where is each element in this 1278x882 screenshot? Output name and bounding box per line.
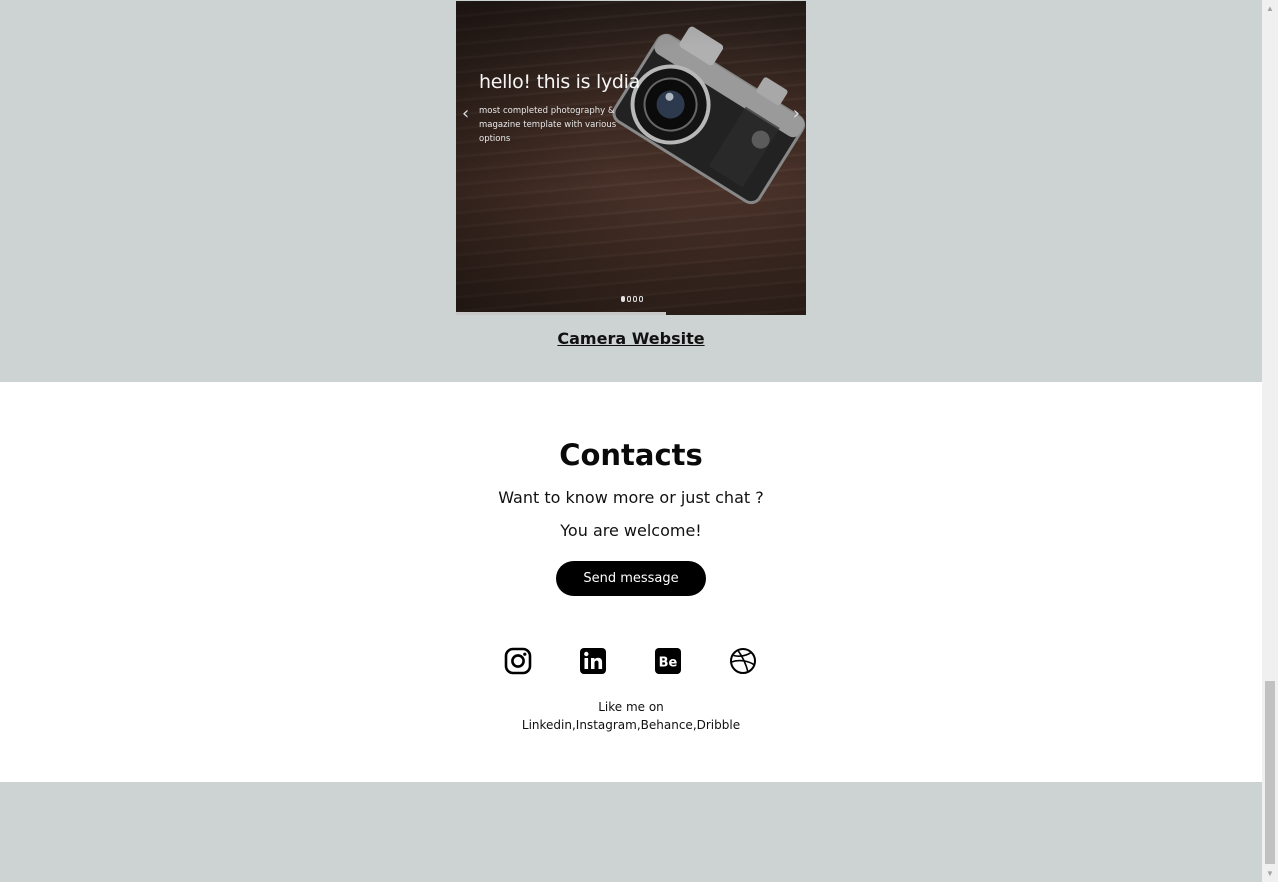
social-caption-line1: Like me on	[598, 700, 664, 714]
slider-dot-4[interactable]	[639, 296, 643, 302]
scroll-down-arrow[interactable]: ▼	[1262, 865, 1278, 882]
scroll-up-arrow[interactable]: ▲	[1262, 0, 1278, 17]
project-card: hello! this is lydia most completed phot…	[456, 1, 806, 348]
portfolio-section: hello! this is lydia most completed phot…	[0, 0, 1262, 382]
social-caption: Like me on Linkedin,Instagram,Behance,Dr…	[0, 698, 1262, 734]
instagram-icon[interactable]	[504, 647, 532, 675]
project-slider-image[interactable]: hello! this is lydia most completed phot…	[456, 1, 806, 315]
slider-prev-arrow[interactable]: ‹	[462, 105, 469, 123]
scrollbar-thumb[interactable]	[1265, 681, 1275, 864]
slider-progress-bar	[456, 312, 666, 315]
slider-dot-2[interactable]	[627, 296, 631, 302]
slide-title: hello! this is lydia	[479, 71, 641, 93]
slider-dots	[621, 296, 643, 302]
social-caption-line2: Linkedin,Instagram,Behance,Dribble	[521, 718, 741, 732]
image-vignette	[456, 1, 806, 315]
footer	[0, 782, 1262, 882]
contacts-welcome-text: You are welcome!	[560, 521, 702, 540]
linkedin-icon[interactable]	[579, 647, 607, 675]
project-link-camera-website[interactable]: Camera Website	[456, 329, 806, 348]
vertical-scrollbar[interactable]: ▲ ▼	[1262, 0, 1278, 882]
slider-next-arrow[interactable]: ›	[793, 105, 800, 123]
dribbble-icon[interactable]	[729, 647, 757, 675]
send-message-button[interactable]: Send message	[556, 561, 706, 596]
slider-dot-1[interactable]	[621, 296, 625, 302]
slider-dot-3[interactable]	[633, 296, 637, 302]
page-content: hello! this is lydia most completed phot…	[0, 0, 1262, 882]
page: hello! this is lydia most completed phot…	[0, 0, 1278, 882]
contacts-section: Contacts Want to know more or just chat …	[0, 382, 1262, 782]
contacts-heading: Contacts	[559, 438, 703, 472]
contacts-intro-text: Want to know more or just chat ?	[498, 488, 764, 507]
slide-subtitle: most completed photography & magazine te…	[479, 106, 617, 144]
social-links: Be	[0, 647, 1262, 677]
behance-icon[interactable]: Be	[654, 647, 682, 675]
behance-icon-text: Be	[659, 656, 678, 671]
